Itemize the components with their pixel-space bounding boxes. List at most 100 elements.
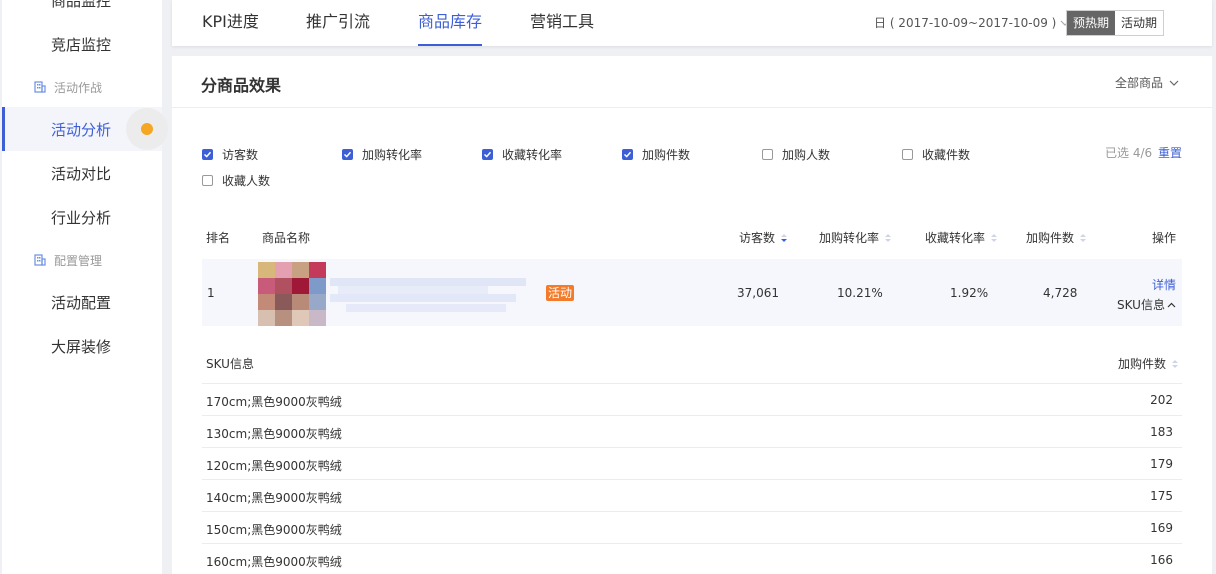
building-icon bbox=[34, 81, 46, 93]
sku-info-toggle[interactable]: SKU信息 bbox=[1117, 296, 1176, 313]
sort-icon bbox=[1079, 233, 1087, 243]
period-preheat-button[interactable]: 预热期 bbox=[1067, 11, 1116, 35]
divider bbox=[172, 107, 1212, 108]
column-label: 收藏转化率 bbox=[925, 231, 986, 245]
sku-row-name: 150cm;黑色9000灰鸭绒 bbox=[206, 523, 342, 537]
checkbox-label: 访客数 bbox=[222, 148, 259, 162]
sidebar-group-label: 配置管理 bbox=[54, 253, 103, 268]
date-range-text: 日 ( 2017-10-09~2017-10-09 ) bbox=[874, 16, 1057, 30]
column-header-name: 商品名称 bbox=[262, 231, 311, 245]
checkbox-label: 加购件数 bbox=[642, 148, 691, 162]
column-label: 加购件数 bbox=[1118, 357, 1167, 371]
column-header-rank: 排名 bbox=[206, 231, 231, 245]
product-effect-card: 分商品效果 全部商品 访客数 加购转化率 收藏转化率 加购件数 加购人数 收藏件… bbox=[172, 56, 1212, 574]
reset-link[interactable]: 重置 bbox=[1158, 144, 1182, 161]
chevron-up-icon bbox=[1167, 302, 1176, 308]
checkbox-label: 收藏人数 bbox=[222, 174, 271, 188]
divider bbox=[202, 447, 1182, 448]
column-header-visitors[interactable]: 访客数 bbox=[739, 229, 788, 246]
building-icon bbox=[34, 254, 46, 266]
tab-marketing-tools[interactable]: 营销工具 bbox=[530, 0, 594, 46]
detail-link[interactable]: 详情 bbox=[1152, 276, 1176, 293]
sku-row-qty: 202 bbox=[1150, 393, 1173, 407]
sidebar-item-label: 活动分析 bbox=[51, 120, 112, 139]
sort-icon bbox=[1171, 359, 1179, 369]
checkbox-label: 加购人数 bbox=[782, 148, 831, 162]
sort-icon bbox=[884, 233, 892, 243]
sidebar-item-screen-decoration[interactable]: 大屏装修 bbox=[2, 324, 162, 368]
metric-checkbox-cart-rate[interactable]: 加购转化率 bbox=[342, 146, 422, 163]
sort-desc-icon bbox=[780, 233, 788, 243]
sidebar-item-competitor-monitor[interactable]: 竞店监控 bbox=[2, 22, 162, 66]
row-visitors: 37,061 bbox=[737, 286, 779, 300]
sku-row-name: 120cm;黑色9000灰鸭绒 bbox=[206, 459, 342, 473]
chevron-down-icon bbox=[1169, 80, 1179, 86]
checkbox-label: 收藏件数 bbox=[922, 148, 971, 162]
filter-label: 全部商品 bbox=[1115, 76, 1164, 90]
tab-kpi-progress[interactable]: KPI进度 bbox=[202, 0, 259, 46]
top-tab-bar: KPI进度 推广引流 商品库存 营销工具 日 ( 2017-10-09~2017… bbox=[172, 0, 1212, 46]
divider bbox=[202, 479, 1182, 480]
sku-row-name: 130cm;黑色9000灰鸭绒 bbox=[206, 427, 342, 441]
metric-checkbox-cart-users[interactable]: 加购人数 bbox=[762, 146, 830, 163]
sort-icon bbox=[990, 233, 998, 243]
sku-row-qty: 175 bbox=[1150, 489, 1173, 503]
checkbox-unchecked-icon bbox=[762, 149, 773, 160]
sidebar-item-industry-analysis[interactable]: 行业分析 bbox=[2, 195, 162, 239]
checkbox-unchecked-icon bbox=[202, 175, 213, 186]
checkbox-label: 收藏转化率 bbox=[502, 148, 563, 162]
column-header-fav-rate[interactable]: 收藏转化率 bbox=[925, 229, 998, 246]
metric-checkbox-fav-qty[interactable]: 收藏件数 bbox=[902, 146, 970, 163]
sku-column-header: SKU信息 bbox=[206, 357, 254, 371]
product-thumbnail[interactable] bbox=[258, 262, 326, 326]
sidebar-item-label: 活动配置 bbox=[51, 293, 112, 312]
sidebar-item-label: 大屏装修 bbox=[51, 337, 112, 356]
column-label: 加购件数 bbox=[1026, 231, 1075, 245]
sku-qty-column-header[interactable]: 加购件数 bbox=[1118, 355, 1179, 372]
date-range-picker[interactable]: 日 ( 2017-10-09~2017-10-09 ) bbox=[874, 0, 1070, 46]
row-fav-rate: 1.92% bbox=[950, 286, 989, 300]
sku-row-qty: 169 bbox=[1150, 521, 1173, 535]
row-cart-qty: 4,728 bbox=[1043, 286, 1078, 300]
product-name-blurred[interactable] bbox=[330, 278, 526, 316]
sku-toggle-label: SKU信息 bbox=[1117, 298, 1165, 312]
column-header-cart-rate[interactable]: 加购转化率 bbox=[819, 229, 892, 246]
sku-row-qty: 179 bbox=[1150, 457, 1173, 471]
sidebar-item-label: 行业分析 bbox=[51, 208, 112, 227]
selected-count: 已选 4/6 bbox=[1105, 146, 1153, 160]
sku-row-name: 140cm;黑色9000灰鸭绒 bbox=[206, 491, 342, 505]
column-label: 加购转化率 bbox=[819, 231, 880, 245]
sidebar-group-label: 活动作战 bbox=[54, 80, 103, 95]
divider bbox=[202, 511, 1182, 512]
column-header-cart-qty[interactable]: 加购件数 bbox=[1026, 229, 1087, 246]
tab-promotion-traffic[interactable]: 推广引流 bbox=[306, 0, 370, 46]
checkbox-label: 加购转化率 bbox=[362, 148, 423, 162]
sku-row-name: 160cm;黑色9000灰鸭绒 bbox=[206, 555, 342, 569]
sku-row-qty: 166 bbox=[1150, 553, 1173, 567]
sidebar-item-activity-config[interactable]: 活动配置 bbox=[2, 280, 162, 324]
sku-row-qty: 183 bbox=[1150, 425, 1173, 439]
sku-row-name: 170cm;黑色9000灰鸭绒 bbox=[206, 395, 342, 409]
metric-checkbox-fav-rate[interactable]: 收藏转化率 bbox=[482, 146, 562, 163]
column-label: 访客数 bbox=[739, 231, 776, 245]
checkbox-checked-icon bbox=[622, 149, 633, 160]
metric-checkbox-visitors[interactable]: 访客数 bbox=[202, 146, 258, 163]
sidebar: 商品监控 竞店监控 活动作战 活动分析 活动对比 行业分析 配置管理 活动配置 … bbox=[2, 0, 162, 574]
divider bbox=[202, 543, 1182, 544]
checkbox-checked-icon bbox=[482, 149, 493, 160]
sidebar-group-activity: 活动作战 bbox=[2, 72, 162, 102]
period-activity-button[interactable]: 活动期 bbox=[1115, 11, 1164, 35]
checkbox-checked-icon bbox=[342, 149, 353, 160]
sidebar-item-activity-compare[interactable]: 活动对比 bbox=[2, 151, 162, 195]
card-title: 分商品效果 bbox=[201, 76, 282, 95]
metric-checkbox-cart-qty[interactable]: 加购件数 bbox=[622, 146, 690, 163]
divider bbox=[202, 383, 1182, 384]
sidebar-item-product-monitor[interactable]: 商品监控 bbox=[2, 0, 162, 22]
sidebar-item-label: 商品监控 bbox=[51, 0, 112, 10]
column-header-action: 操作 bbox=[1152, 231, 1177, 245]
metric-checkbox-fav-users[interactable]: 收藏人数 bbox=[202, 172, 270, 189]
period-toggle: 预热期 活动期 bbox=[1066, 10, 1165, 36]
tab-product-inventory[interactable]: 商品库存 bbox=[418, 0, 483, 46]
product-filter-dropdown[interactable]: 全部商品 bbox=[1115, 74, 1179, 91]
row-cart-rate: 10.21% bbox=[837, 286, 883, 300]
